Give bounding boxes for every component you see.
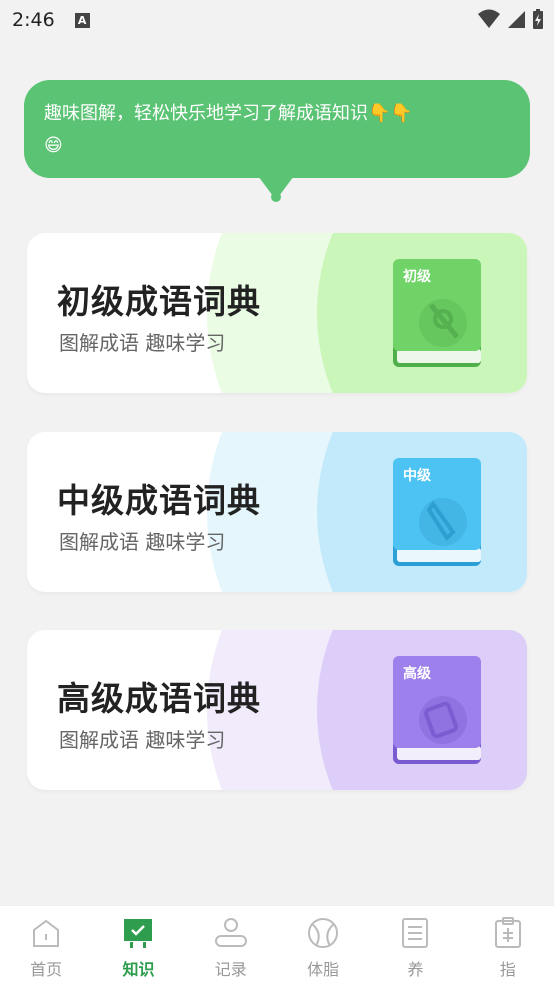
tab-index[interactable]: 指 xyxy=(462,906,554,984)
card-subtitle: 图解成语 趣味学习 xyxy=(59,728,226,752)
notification-icon: A xyxy=(74,12,90,28)
book-label: 初级 xyxy=(403,268,432,285)
intro-bubble: 趣味图解，轻松快乐地学习了解成语知识👇👇 😄 xyxy=(24,80,530,178)
bubble-tail-tip xyxy=(271,192,281,202)
profile-icon xyxy=(214,918,247,947)
card-beginner-dictionary[interactable]: 初级成语词典 图解成语 趣味学习 初级 xyxy=(27,233,527,393)
clipboard-icon xyxy=(494,917,521,948)
ball-icon xyxy=(308,918,339,948)
tab-label: 养 xyxy=(407,960,424,979)
card-title: 高级成语词典 xyxy=(57,679,261,718)
point-down-emoji-2: 👇 xyxy=(390,103,413,124)
status-icons xyxy=(478,8,544,30)
status-bar: 2:46 A xyxy=(0,0,554,40)
card-title: 初级成语词典 xyxy=(57,282,261,321)
intro-text: 趣味图解，轻松快乐地学习了解成语知识 xyxy=(44,103,368,124)
wifi-icon xyxy=(478,9,500,28)
tab-label: 记录 xyxy=(214,960,247,979)
tab-label: 知识 xyxy=(122,960,155,979)
point-down-emoji: 👇 xyxy=(368,103,391,124)
status-time: 2:46 xyxy=(12,9,55,31)
book-icon: 高级 xyxy=(393,656,481,764)
smile-emoji: 😄 xyxy=(44,135,63,156)
tab-home[interactable]: 首页 xyxy=(0,906,92,984)
book-label: 中级 xyxy=(403,467,432,484)
home-icon xyxy=(33,919,60,947)
card-subtitle: 图解成语 趣味学习 xyxy=(59,331,226,355)
tab-label: 指 xyxy=(499,960,516,979)
tab-label: 体脂 xyxy=(307,960,340,979)
battery-icon xyxy=(533,9,543,29)
book-icon: 初级 xyxy=(393,259,481,367)
card-title: 中级成语词典 xyxy=(57,481,261,520)
knowledge-icon xyxy=(124,919,153,948)
card-intermediate-dictionary[interactable]: 中级成语词典 图解成语 趣味学习 中级 xyxy=(27,432,527,592)
tab-records[interactable]: 记录 xyxy=(185,906,277,984)
book-icon: 中级 xyxy=(393,458,481,566)
signal-icon xyxy=(508,11,525,28)
tab-knowledge[interactable]: 知识 xyxy=(92,906,184,984)
book-label: 高级 xyxy=(403,665,432,682)
card-subtitle: 图解成语 趣味学习 xyxy=(59,530,226,554)
tab-nutrition[interactable]: 养 xyxy=(369,906,461,984)
tab-label: 首页 xyxy=(30,960,63,979)
card-advanced-dictionary[interactable]: 高级成语词典 图解成语 趣味学习 高级 xyxy=(27,630,527,790)
bottom-tab-bar: 首页 知识 记录 体脂 养 指 xyxy=(0,905,554,984)
tab-body-fat[interactable]: 体脂 xyxy=(277,906,369,984)
list-icon xyxy=(402,918,429,948)
